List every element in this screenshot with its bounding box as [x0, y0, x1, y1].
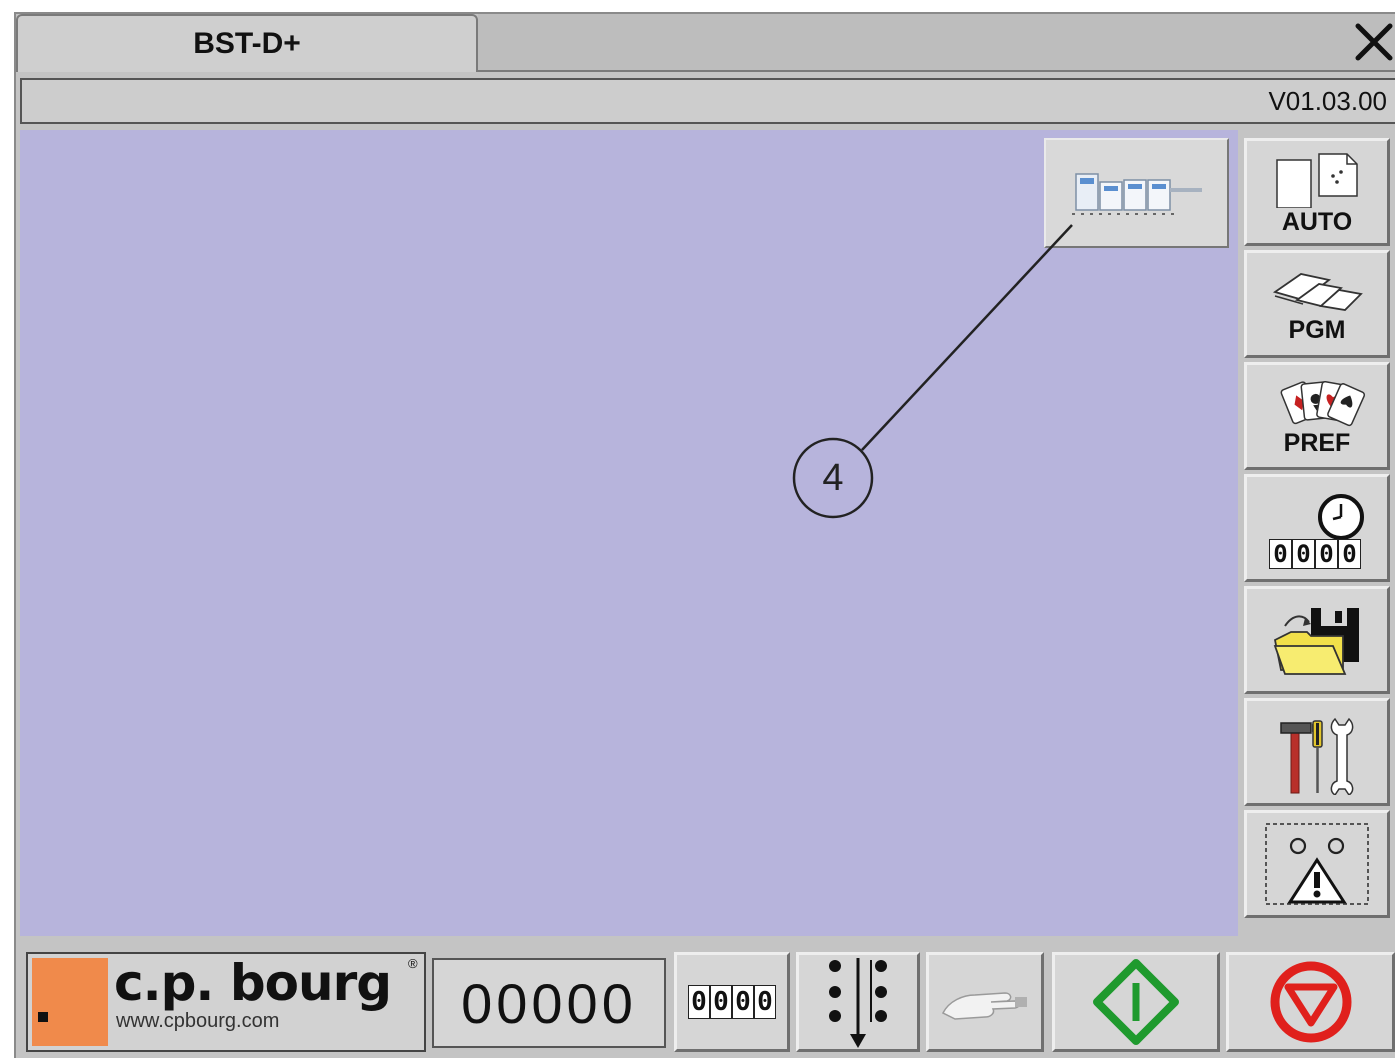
start-button[interactable]	[1052, 952, 1220, 1052]
logo-text: c.p. bourg	[114, 954, 392, 1012]
logo-registered-mark: ®	[408, 956, 418, 971]
start-icon	[1093, 959, 1179, 1045]
feed-arrow-icon	[829, 958, 887, 1048]
manual-hand-button[interactable]	[926, 952, 1044, 1052]
cp-bourg-logo: c.p. bourg www.cpbourg.com ®	[26, 952, 426, 1052]
auto-label: AUTO	[1281, 207, 1353, 236]
feed-sheet-button[interactable]	[796, 952, 920, 1052]
alarm-button[interactable]	[1244, 810, 1390, 918]
machine-overview-button[interactable]	[1044, 138, 1229, 248]
logo-orange-block	[32, 958, 108, 1046]
main-counter-display: 00000	[432, 958, 666, 1048]
callout-number: 4	[822, 456, 844, 499]
hand-pointer-icon	[941, 992, 1027, 1020]
auto-button[interactable]: AUTO	[1244, 138, 1390, 246]
pref-cards-icon	[1280, 380, 1366, 426]
version-label: V01.03.00	[1268, 85, 1387, 116]
folder-save-icon	[1273, 608, 1359, 675]
counter-digits: 0 0 0 0	[1269, 539, 1361, 569]
reset-counter-button[interactable]: 0 0 0 0	[674, 952, 790, 1052]
tab-title: BST-D+	[193, 27, 301, 60]
warning-alarm-icon	[1265, 823, 1369, 905]
logo-url: www.cpbourg.com	[116, 1010, 280, 1032]
main-display-area	[20, 130, 1238, 936]
pgm-label: PGM	[1288, 315, 1346, 344]
pref-button[interactable]: PREF	[1244, 362, 1390, 470]
tab-bst-d-plus[interactable]: BST-D+	[16, 14, 478, 72]
pgm-sheets-icon	[1272, 272, 1363, 311]
pgm-button[interactable]: PGM	[1244, 250, 1390, 358]
close-button[interactable]	[1352, 18, 1395, 66]
tools-icon	[1280, 717, 1354, 795]
counters-button[interactable]: 0 0 0 0	[1244, 474, 1390, 582]
close-icon	[1355, 23, 1392, 61]
clock-icon	[1318, 494, 1364, 540]
save-load-button[interactable]	[1244, 586, 1390, 694]
auto-docs-icon	[1276, 152, 1358, 208]
small-counter-icon: 0 0 0 0	[688, 985, 776, 1019]
counter-value: 00000	[461, 971, 637, 1035]
pref-label: PREF	[1283, 428, 1351, 457]
stop-button[interactable]	[1226, 952, 1395, 1052]
version-bar: V01.03.00	[20, 78, 1395, 124]
tab-strip	[478, 14, 1395, 72]
machine-icon	[1071, 173, 1202, 215]
tools-button[interactable]	[1244, 698, 1390, 806]
logo-dot	[38, 1012, 48, 1022]
counter-timer-icon: 0 0 0 0	[1267, 485, 1367, 571]
stop-icon	[1270, 961, 1351, 1043]
